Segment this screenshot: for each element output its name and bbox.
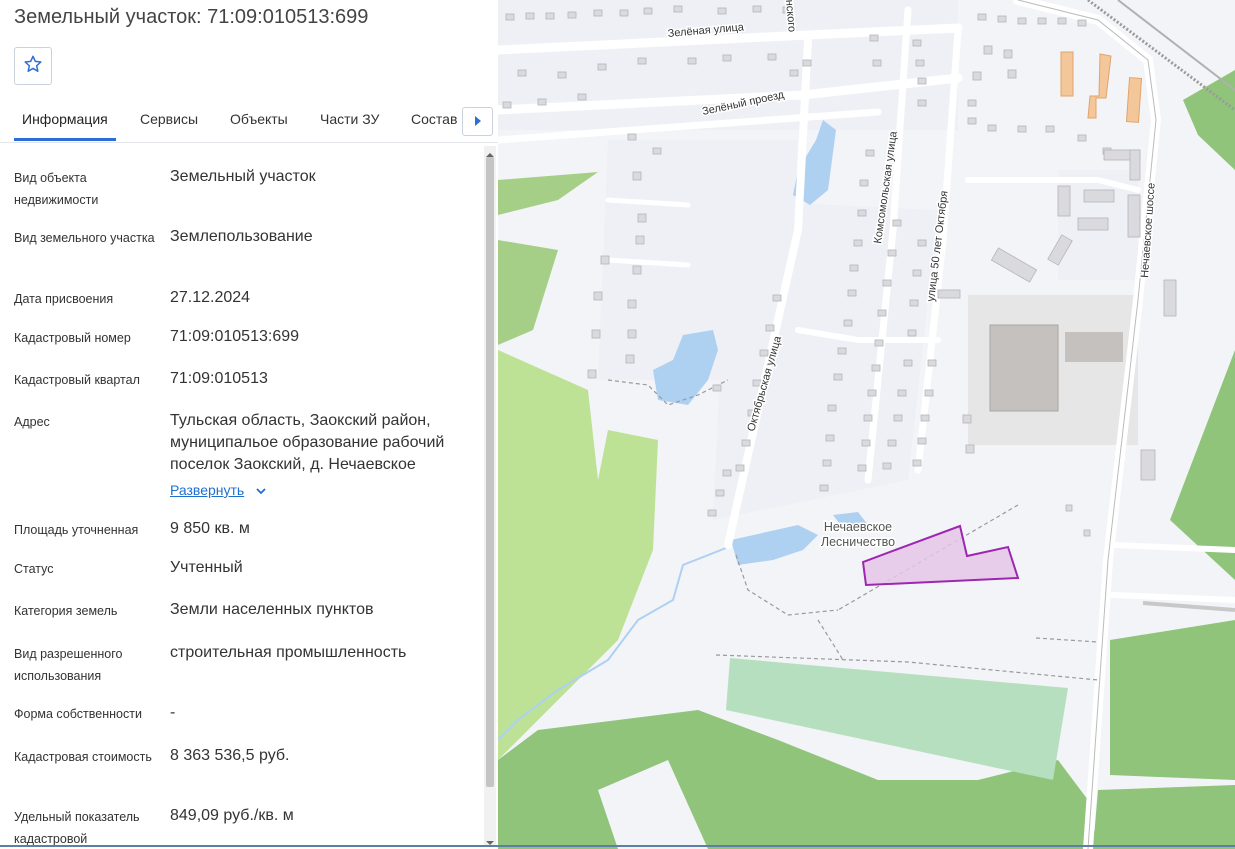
value-cadastral-number: 71:09:010513:699	[170, 328, 300, 345]
page-title: Земельный участок: 71:09:010513:699	[14, 6, 369, 28]
value-assignment-date: 27.12.2024	[170, 289, 251, 306]
label-cadastral-value: Кадастровая стоимость	[14, 750, 152, 764]
label-cadastral-quarter: Кадастровый квартал	[14, 373, 140, 387]
favorite-button[interactable]	[14, 47, 52, 85]
tab-composition[interactable]: Состав	[411, 111, 457, 127]
label-assignment-date: Дата присвоения	[14, 292, 114, 306]
value-area: 9 850 кв. м	[170, 520, 250, 537]
label-land-category: Категория земель	[14, 604, 118, 618]
label-status: Статус	[14, 562, 54, 576]
expand-address-link[interactable]: Развернуть	[170, 482, 244, 498]
label-specific-indicator: Удельный показатель кадастровой	[14, 810, 140, 846]
star-icon	[23, 54, 43, 79]
active-tab-indicator	[14, 138, 116, 141]
label-area: Площадь уточненная	[14, 523, 139, 537]
tab-information[interactable]: Информация	[22, 111, 108, 127]
scroll-up-arrow-icon[interactable]	[486, 146, 494, 164]
tabs-next-button[interactable]	[462, 107, 493, 136]
label-object-type: Вид объекта недвижимости	[14, 171, 99, 207]
value-cadastral-value: 8 363 536,5 руб.	[170, 747, 290, 764]
tab-parcel-parts[interactable]: Части ЗУ	[320, 111, 379, 127]
tab-bar: Информация Сервисы Объекты Части ЗУ Сост…	[0, 100, 498, 143]
place-label: Лесничество	[821, 535, 895, 549]
value-object-type: Земельный участок	[170, 168, 316, 185]
label-land-type: Вид земельного участка	[14, 231, 155, 245]
place-label: Нечаевское	[824, 520, 892, 534]
forest-area	[1110, 620, 1235, 780]
info-panel: Земельный участок: 71:09:010513:699 Инфо…	[0, 0, 498, 849]
value-land-category: Земли населенных пунктов	[170, 601, 374, 618]
value-address: Тульская область, Заокский район, муници…	[170, 412, 445, 473]
value-land-type: Землепользование	[170, 228, 313, 245]
forest-area	[1093, 785, 1235, 849]
chevron-down-icon[interactable]	[255, 484, 267, 503]
value-specific-indicator: 849,09 руб./кв. м	[170, 807, 294, 824]
scrollbar-thumb[interactable]	[486, 157, 494, 787]
value-permitted-use: строительная промышленность	[170, 644, 407, 661]
value-cadastral-quarter: 71:09:010513	[170, 370, 268, 387]
value-status: Учтенный	[170, 559, 243, 576]
tab-objects[interactable]: Объекты	[230, 111, 288, 127]
bottom-divider	[0, 845, 1235, 847]
label-address: Адрес	[14, 415, 50, 429]
label-permitted-use: Вид разрешенного использования	[14, 647, 123, 683]
tab-services[interactable]: Сервисы	[140, 111, 198, 127]
map-view[interactable]: Зелёная улица Зелёный проезд Октябрьская…	[498, 0, 1235, 849]
chevron-right-icon	[474, 113, 482, 131]
value-ownership-form: -	[170, 704, 176, 721]
label-cadastral-number: Кадастровый номер	[14, 331, 131, 345]
map-canvas[interactable]: Зелёная улица Зелёный проезд Октябрьская…	[498, 0, 1235, 849]
label-ownership-form: Форма собственности	[14, 707, 142, 721]
